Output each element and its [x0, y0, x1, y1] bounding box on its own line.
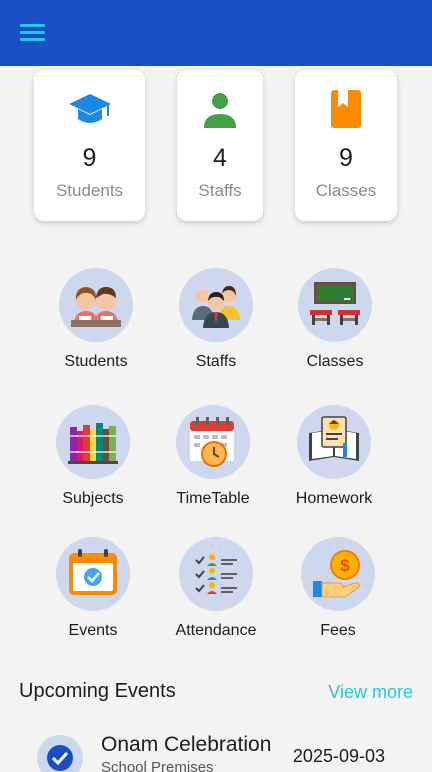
- calendar-clock-icon: [176, 405, 250, 479]
- menu-tile-attendance[interactable]: Attendance: [156, 537, 276, 640]
- graduation-cap-icon: [68, 90, 112, 130]
- staffs-label: Staffs: [198, 181, 242, 200]
- menu-label-timetable: TimeTable: [176, 490, 250, 507]
- students-label: Students: [55, 181, 124, 200]
- event-location: School Premises: [101, 759, 214, 772]
- stat-card-staffs[interactable]: 4 Staffs: [177, 70, 263, 221]
- menu-label-attendance: Attendance: [175, 622, 257, 639]
- menu-tile-events[interactable]: Events: [33, 537, 153, 640]
- event-calendar-icon: [56, 537, 130, 611]
- staffs-count: 4: [213, 144, 227, 172]
- menu-label-events: Events: [68, 622, 118, 639]
- menu-label-students: Students: [64, 353, 128, 370]
- classroom-icon: [298, 268, 372, 342]
- menu-tile-classes[interactable]: Classes: [275, 268, 395, 371]
- menu-tile-fees[interactable]: $ Fees: [278, 537, 398, 640]
- books-icon: [56, 405, 130, 479]
- event-list-item[interactable]: Onam Celebration School Premises 2025-09…: [0, 727, 432, 772]
- app-bar: [0, 0, 432, 66]
- svg-text:$: $: [340, 556, 350, 575]
- menu-tile-homework[interactable]: Homework: [274, 405, 394, 508]
- menu-tile-staffs[interactable]: Staffs: [156, 268, 276, 371]
- menu-tile-timetable[interactable]: TimeTable: [153, 405, 273, 508]
- attendance-checklist-icon: [179, 537, 253, 611]
- event-title: Onam Celebration: [101, 733, 272, 756]
- stat-card-classes[interactable]: 9 Classes: [295, 70, 397, 221]
- fees-coin-hand-icon: $: [301, 537, 375, 611]
- staff-group-icon: [179, 268, 253, 342]
- classes-label: Classes: [315, 181, 377, 200]
- book-icon: [324, 90, 368, 130]
- menu-tile-students[interactable]: Students: [36, 268, 156, 371]
- hamburger-menu-icon[interactable]: [20, 24, 45, 42]
- menu-label-homework: Homework: [295, 490, 373, 507]
- check-circle-icon: [37, 735, 83, 772]
- menu-label-staffs: Staffs: [195, 353, 237, 370]
- stat-card-students[interactable]: 9 Students: [34, 70, 145, 221]
- students-count: 9: [82, 144, 97, 172]
- menu-tile-subjects[interactable]: Subjects: [33, 405, 153, 508]
- upcoming-events-heading: Upcoming Events: [19, 680, 176, 702]
- menu-label-classes: Classes: [306, 353, 364, 370]
- menu-label-fees: Fees: [320, 622, 356, 639]
- person-icon: [198, 90, 242, 130]
- classes-count: 9: [339, 144, 353, 172]
- menu-label-subjects: Subjects: [62, 490, 124, 507]
- students-icon: [59, 268, 133, 342]
- event-date: 2025-09-03: [292, 746, 385, 766]
- homework-icon: [297, 405, 371, 479]
- view-more-link[interactable]: View more: [328, 682, 413, 703]
